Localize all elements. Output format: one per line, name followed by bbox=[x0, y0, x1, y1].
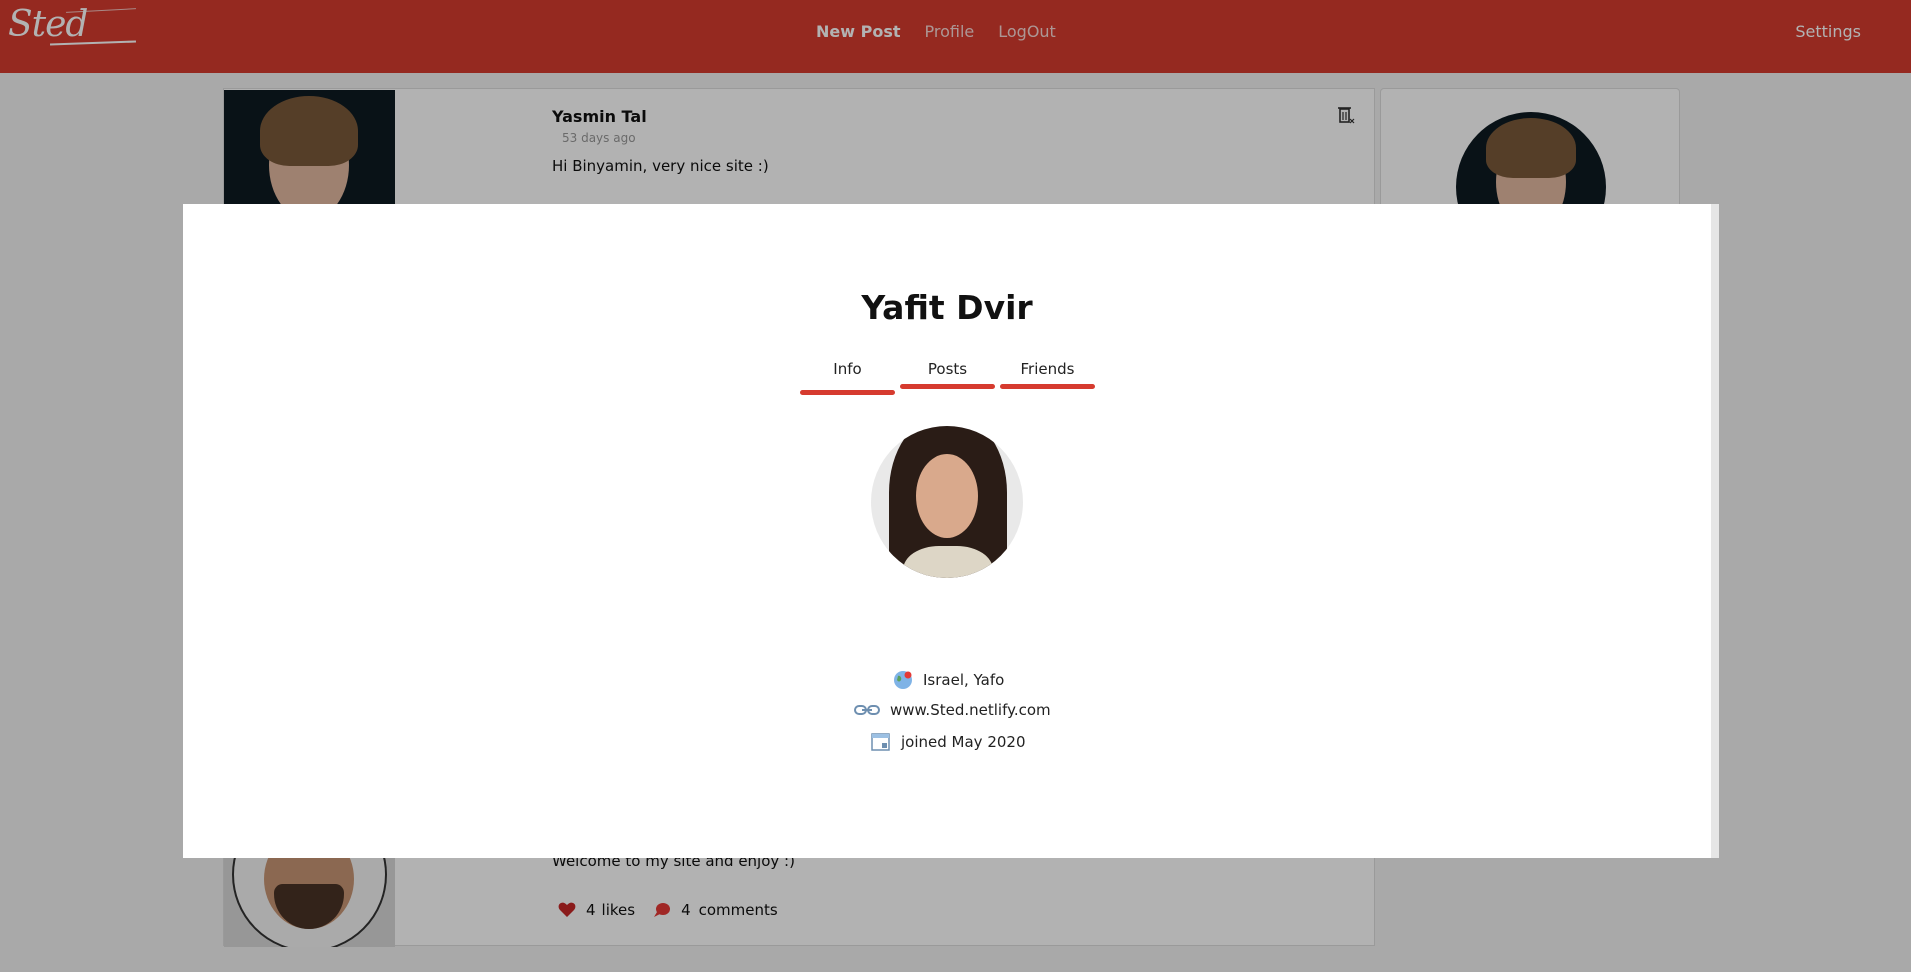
website-link[interactable]: www.Sted.netlify.com bbox=[890, 701, 1051, 719]
profile-avatar bbox=[871, 426, 1023, 578]
tab-label: Info bbox=[833, 360, 862, 378]
tab-underline bbox=[1000, 384, 1095, 389]
link-icon bbox=[854, 705, 880, 715]
profile-location: Israel, Yafo bbox=[893, 670, 1004, 690]
profile-name: Yafit Dvir bbox=[861, 288, 1033, 327]
avatar-face bbox=[916, 454, 978, 538]
profile-joined: joined May 2020 bbox=[871, 732, 1026, 752]
globe-icon bbox=[894, 671, 912, 689]
location-text: Israel, Yafo bbox=[923, 671, 1005, 689]
tab-label: Friends bbox=[1020, 360, 1075, 378]
tab-underline bbox=[900, 384, 995, 389]
tab-friends[interactable]: Friends bbox=[1000, 360, 1095, 396]
profile-tabs: Info Posts Friends bbox=[800, 360, 1095, 396]
tab-label: Posts bbox=[927, 360, 968, 378]
tab-underline bbox=[800, 390, 895, 395]
calendar-icon bbox=[871, 733, 890, 751]
profile-modal: Yafit Dvir Info Posts Friends Israel, Ya… bbox=[183, 204, 1719, 858]
joined-text: joined May 2020 bbox=[901, 733, 1026, 751]
profile-website: www.Sted.netlify.com bbox=[854, 701, 1051, 719]
tab-info[interactable]: Info bbox=[800, 360, 895, 396]
avatar-shoulders bbox=[903, 546, 993, 578]
tab-posts[interactable]: Posts bbox=[900, 360, 995, 396]
